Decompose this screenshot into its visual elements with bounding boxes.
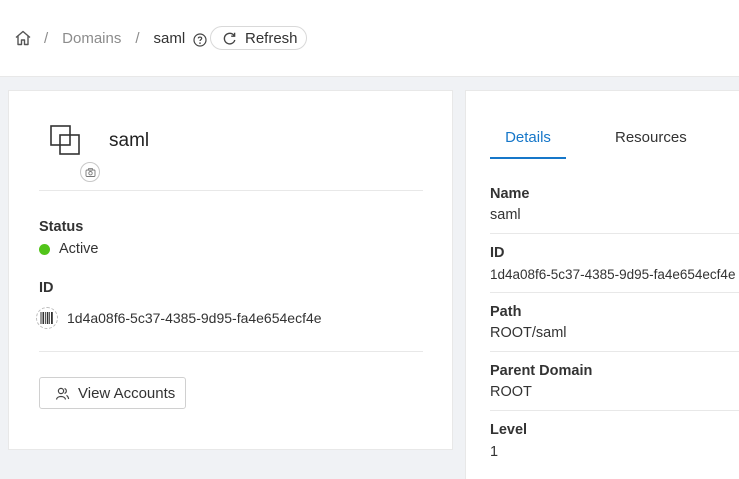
status-label: Status: [39, 219, 84, 235]
camera-icon: [85, 167, 95, 177]
field-path-label: Path: [490, 304, 522, 320]
breadcrumb: / Domains / saml: [14, 24, 213, 52]
breadcrumb-current: saml: [153, 29, 186, 47]
domain-details-panel: Details Resources Name saml ID 1d4a08f6-…: [465, 90, 739, 479]
help-icon[interactable]: [193, 32, 207, 47]
refresh-label: Refresh: [245, 29, 298, 47]
barcode-icon: [40, 312, 53, 324]
field-level-value: 1: [490, 444, 499, 460]
divider: [490, 292, 739, 293]
breadcrumb-domains-link[interactable]: Domains: [62, 30, 121, 47]
domain-icon: [49, 124, 81, 156]
tab-resources[interactable]: Resources: [615, 129, 687, 159]
divider: [490, 233, 739, 234]
copy-id-button[interactable]: [36, 307, 58, 329]
field-name-value: saml: [490, 207, 521, 223]
status-value: Active: [59, 241, 99, 257]
domain-summary-card: saml Status Active ID 1d4a08f6-5c37-4385…: [8, 90, 453, 450]
divider: [39, 351, 423, 352]
breadcrumb-separator: /: [135, 29, 140, 47]
divider: [39, 190, 423, 191]
field-parent-domain-value: ROOT: [490, 384, 532, 400]
divider: [490, 410, 739, 411]
field-name-label: Name: [490, 186, 530, 202]
status-badge: Active: [39, 241, 99, 257]
view-accounts-label: View Accounts: [78, 384, 176, 402]
tab-bar: Details Resources: [490, 129, 687, 160]
field-path-value: ROOT/saml: [490, 325, 567, 341]
id-row: 1d4a08f6-5c37-4385-9d95-fa4e654ecf4e: [36, 307, 322, 329]
divider: [490, 351, 739, 352]
field-parent-domain-label: Parent Domain: [490, 363, 593, 379]
view-accounts-button[interactable]: View Accounts: [39, 377, 186, 409]
field-id-label: ID: [490, 245, 505, 261]
breadcrumb-separator: /: [44, 29, 49, 47]
team-icon: [55, 387, 70, 400]
tab-details[interactable]: Details: [490, 129, 566, 159]
domain-name: saml: [109, 130, 150, 151]
refresh-icon: [223, 32, 236, 45]
status-dot: [39, 243, 50, 255]
field-level-label: Level: [490, 422, 528, 438]
home-icon[interactable]: [14, 29, 32, 47]
upload-image-button[interactable]: [80, 162, 100, 182]
id-value: 1d4a08f6-5c37-4385-9d95-fa4e654ecf4e: [67, 310, 322, 326]
refresh-button[interactable]: Refresh: [210, 26, 307, 50]
page-header: / Domains / saml Refresh: [0, 0, 739, 77]
field-id-value: 1d4a08f6-5c37-4385-9d95-fa4e654ecf4e: [490, 267, 736, 282]
id-label: ID: [39, 280, 54, 296]
